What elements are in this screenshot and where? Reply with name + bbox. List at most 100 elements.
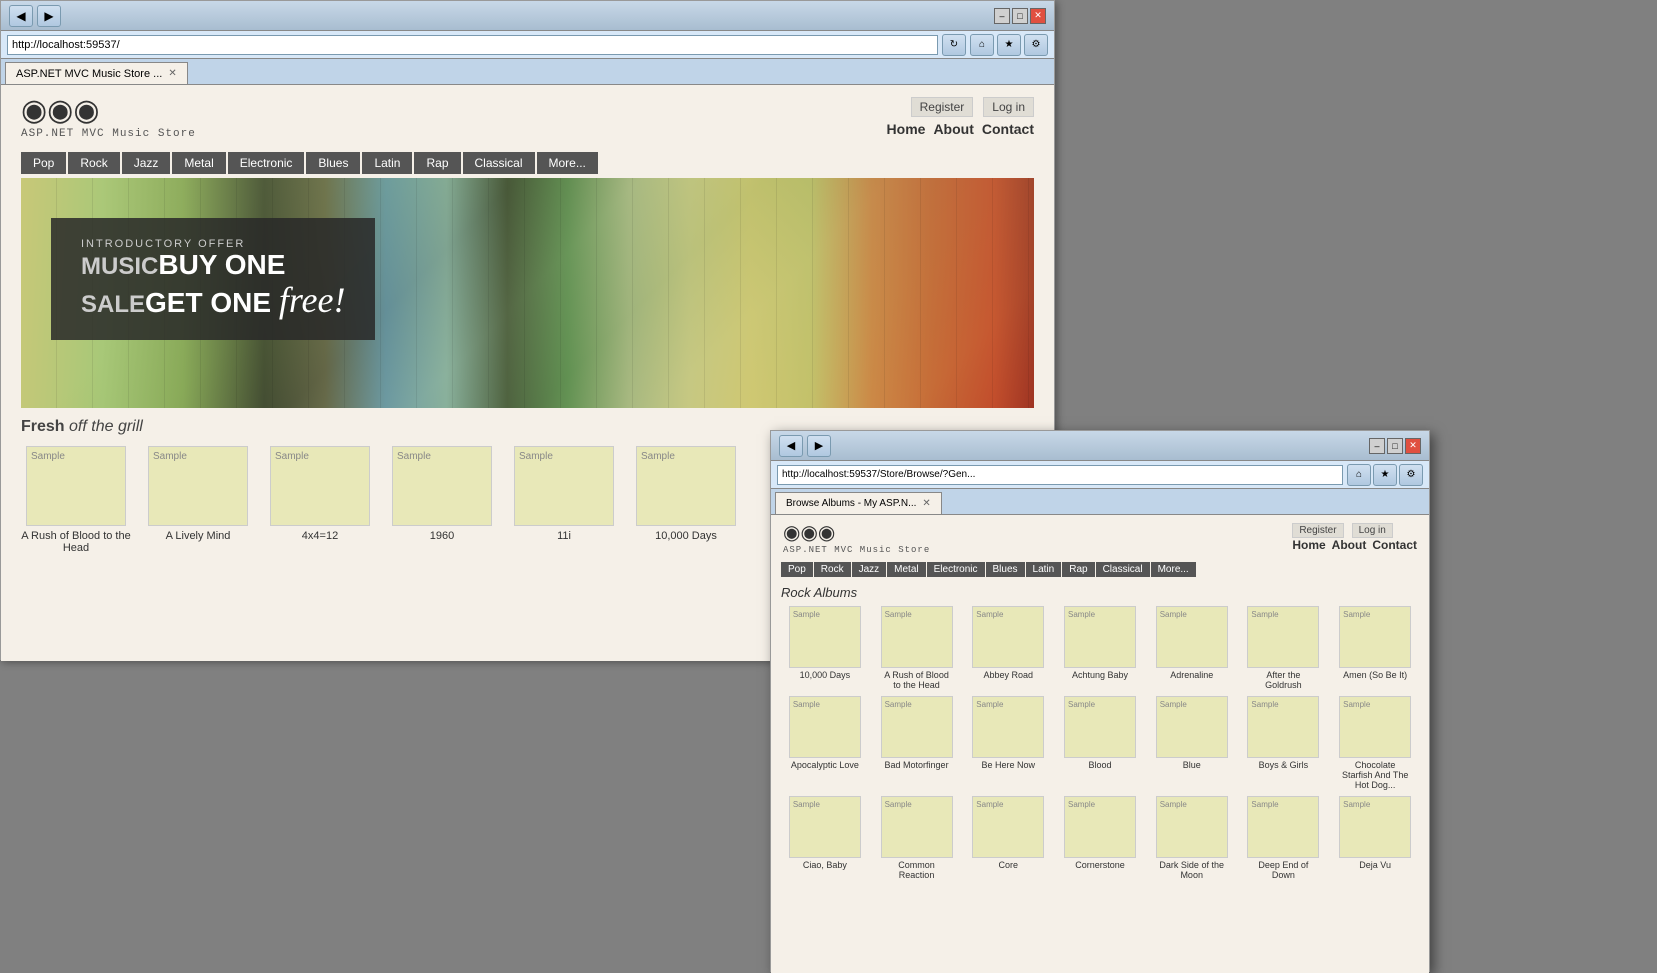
- album-img-r3-6[interactable]: Sample: [1247, 796, 1319, 858]
- url-input-1[interactable]: [7, 35, 938, 55]
- back-button-2[interactable]: ◀: [779, 435, 803, 457]
- album-img-r3-2[interactable]: Sample: [881, 796, 953, 858]
- album-img-r1-5[interactable]: Sample: [1156, 606, 1228, 668]
- genre-metal-2[interactable]: Metal: [887, 562, 925, 577]
- album-thumb-0[interactable]: Sample: [26, 446, 126, 526]
- settings-icon-2[interactable]: ⚙: [1399, 464, 1423, 486]
- site-nav-top-2: Register Log in Home About Contact: [1292, 523, 1417, 552]
- genre-classical-1[interactable]: Classical: [463, 152, 535, 174]
- album-img-r2-5[interactable]: Sample: [1156, 696, 1228, 758]
- album-label-r1-4: Achtung Baby: [1072, 670, 1128, 680]
- album-img-r3-5[interactable]: Sample: [1156, 796, 1228, 858]
- album-label-r2-6: Boys & Girls: [1259, 760, 1309, 770]
- album-img-r2-3[interactable]: Sample: [972, 696, 1044, 758]
- album-img-r2-4[interactable]: Sample: [1064, 696, 1136, 758]
- site-title-1: ASP.NET MVC Music Store: [21, 128, 196, 140]
- album-label-r2-5: Blue: [1183, 760, 1201, 770]
- addressbar-1: ↻ ⌂ ★ ⚙: [1, 31, 1054, 59]
- forward-button[interactable]: ▶: [37, 5, 61, 27]
- album-img-r3-7[interactable]: Sample: [1339, 796, 1411, 858]
- url-input-2[interactable]: [777, 465, 1343, 485]
- nav-contact-2[interactable]: Contact: [1372, 538, 1417, 552]
- genre-electronic-2[interactable]: Electronic: [927, 562, 985, 577]
- album-cell-r3-7: Sample Deja Vu: [1331, 796, 1419, 880]
- genre-classical-2[interactable]: Classical: [1096, 562, 1150, 577]
- nav-about-2[interactable]: About: [1332, 538, 1367, 552]
- genre-electronic-1[interactable]: Electronic: [228, 152, 305, 174]
- nav-about-1[interactable]: About: [933, 121, 973, 137]
- genre-rock-1[interactable]: Rock: [68, 152, 119, 174]
- album-thumb-2[interactable]: Sample: [270, 446, 370, 526]
- album-thumb-5[interactable]: Sample: [636, 446, 736, 526]
- tab-close-2[interactable]: ✕: [922, 498, 930, 509]
- close-button[interactable]: ✕: [1030, 8, 1046, 24]
- genre-blues-1[interactable]: Blues: [306, 152, 360, 174]
- album-img-r3-1[interactable]: Sample: [789, 796, 861, 858]
- genre-pop-1[interactable]: Pop: [21, 152, 66, 174]
- album-img-r2-2[interactable]: Sample: [881, 696, 953, 758]
- genre-more-2[interactable]: More...: [1151, 562, 1196, 577]
- genre-latin-2[interactable]: Latin: [1026, 562, 1062, 577]
- home-icon[interactable]: ⌂: [970, 34, 994, 56]
- maximize-button[interactable]: □: [1012, 8, 1028, 24]
- genre-latin-1[interactable]: Latin: [362, 152, 412, 174]
- genre-jazz-2[interactable]: Jazz: [852, 562, 887, 577]
- genre-rock-2[interactable]: Rock: [814, 562, 851, 577]
- settings-icon[interactable]: ⚙: [1024, 34, 1048, 56]
- genre-rap-1[interactable]: Rap: [414, 152, 460, 174]
- genre-metal-1[interactable]: Metal: [172, 152, 225, 174]
- nav-home-1[interactable]: Home: [887, 121, 926, 137]
- genre-blues-2[interactable]: Blues: [986, 562, 1025, 577]
- album-img-r3-4[interactable]: Sample: [1064, 796, 1136, 858]
- albums-row-3: Sample Ciao, Baby Sample Common Reaction…: [781, 796, 1419, 880]
- star-icon-2[interactable]: ★: [1373, 464, 1397, 486]
- refresh-button[interactable]: ↻: [942, 34, 966, 56]
- titlebar-left-2: ◀ ▶: [779, 435, 831, 457]
- genre-rap-2[interactable]: Rap: [1062, 562, 1094, 577]
- album-label-r3-2: Common Reaction: [881, 860, 953, 880]
- auth-links-1: Register Log in: [911, 97, 1034, 117]
- album-cell-r3-2: Sample Common Reaction: [873, 796, 961, 880]
- album-thumb-4[interactable]: Sample: [514, 446, 614, 526]
- active-tab-1[interactable]: ASP.NET MVC Music Store ... ✕: [5, 62, 188, 84]
- active-tab-2[interactable]: Browse Albums - My ASP.N... ✕: [775, 492, 942, 514]
- album-img-r2-6[interactable]: Sample: [1247, 696, 1319, 758]
- album-img-r1-6[interactable]: Sample: [1247, 606, 1319, 668]
- nav-home-2[interactable]: Home: [1292, 538, 1325, 552]
- album-thumb-1[interactable]: Sample: [148, 446, 248, 526]
- album-img-r1-7[interactable]: Sample: [1339, 606, 1411, 668]
- album-cell-r2-5: Sample Blue: [1148, 696, 1236, 790]
- album-img-r2-1[interactable]: Sample: [789, 696, 861, 758]
- back-button[interactable]: ◀: [9, 5, 33, 27]
- close-button-2[interactable]: ✕: [1405, 438, 1421, 454]
- register-link-2[interactable]: Register: [1292, 523, 1343, 538]
- minimize-button-2[interactable]: –: [1369, 438, 1385, 454]
- album-img-r2-7[interactable]: Sample: [1339, 696, 1411, 758]
- logo-icon: ◉◉◉: [21, 93, 196, 128]
- titlebar-2: ◀ ▶ – □ ✕: [771, 431, 1429, 461]
- tab-close-1[interactable]: ✕: [168, 68, 176, 79]
- album-img-r1-4[interactable]: Sample: [1064, 606, 1136, 668]
- star-icon[interactable]: ★: [997, 34, 1021, 56]
- forward-button-2[interactable]: ▶: [807, 435, 831, 457]
- home-icon-2[interactable]: ⌂: [1347, 464, 1371, 486]
- album-img-r1-2[interactable]: Sample: [881, 606, 953, 668]
- register-link-1[interactable]: Register: [911, 97, 974, 117]
- album-img-r3-3[interactable]: Sample: [972, 796, 1044, 858]
- album-card-1: Sample A Lively Mind: [143, 446, 253, 554]
- genre-jazz-1[interactable]: Jazz: [122, 152, 171, 174]
- tab-label-1: ASP.NET MVC Music Store ...: [16, 68, 162, 80]
- nav-contact-1[interactable]: Contact: [982, 121, 1034, 137]
- album-card-3: Sample 1960: [387, 446, 497, 554]
- album-img-r1-3[interactable]: Sample: [972, 606, 1044, 668]
- album-img-r1-1[interactable]: Sample: [789, 606, 861, 668]
- genre-pop-2[interactable]: Pop: [781, 562, 813, 577]
- album-cell-r2-2: Sample Bad Motorfinger: [873, 696, 961, 790]
- genre-more-1[interactable]: More...: [537, 152, 598, 174]
- maximize-button-2[interactable]: □: [1387, 438, 1403, 454]
- site-nav-top-1: Register Log in Home About Contact: [887, 97, 1034, 137]
- login-link-1[interactable]: Log in: [983, 97, 1034, 117]
- minimize-button[interactable]: –: [994, 8, 1010, 24]
- login-link-2[interactable]: Log in: [1352, 523, 1393, 538]
- album-thumb-3[interactable]: Sample: [392, 446, 492, 526]
